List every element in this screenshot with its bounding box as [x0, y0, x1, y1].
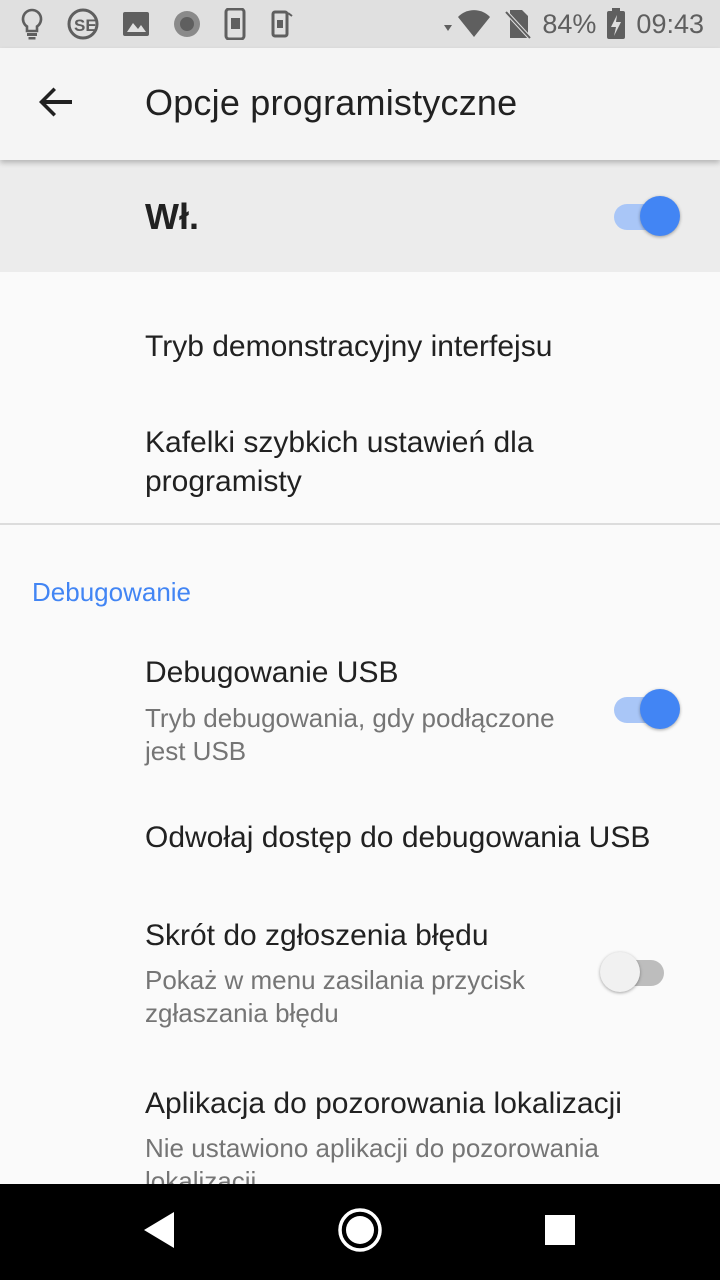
pref-ui-demo-mode[interactable]: Tryb demonstracyjny interfejsu [145, 327, 685, 366]
battery-percent: 84% [542, 8, 597, 39]
back-triangle-icon [140, 1210, 180, 1255]
se-app-icon: SE [66, 8, 100, 40]
category-debugging: Debugowanie [32, 577, 192, 607]
toggle-thumb [640, 689, 680, 729]
usb-debugging-toggle[interactable] [612, 685, 682, 733]
app-bar: Opcje programistyczne [0, 48, 720, 160]
master-switch-label: Wł. [145, 196, 199, 237]
bugreport-shortcut-toggle[interactable] [600, 948, 670, 996]
pref-usb-debugging-title[interactable]: Debugowanie USB [145, 653, 685, 692]
pref-mock-location-summary: Nie ustawiono aplikacji do pozorowania l… [145, 1133, 599, 1184]
clipped-item-remnant: ʸ [145, 272, 155, 282]
home-circle-icon [337, 1207, 383, 1258]
phone-rotate-icon [268, 9, 294, 39]
master-switch-bar[interactable]: Wł. [0, 160, 720, 272]
notification-icons: SE [20, 8, 294, 40]
pref-usb-debugging-summary: Tryb debugowania, gdy podłączone jest US… [145, 703, 555, 766]
pref-mock-location-title[interactable]: Aplikacja do pozorowania lokalizacji [145, 1084, 705, 1123]
battery-charging-icon [606, 8, 626, 40]
lightbulb-icon [20, 8, 44, 40]
recents-square-icon [545, 1214, 575, 1250]
no-sim-icon [504, 8, 532, 40]
system-icons: 84% 09:43 [444, 8, 704, 40]
wifi-icon [444, 9, 494, 39]
master-switch-toggle[interactable] [612, 192, 682, 240]
status-bar: SE 84% 09:43 [0, 0, 720, 48]
circle-record-icon [172, 9, 202, 39]
divider [0, 523, 720, 525]
phone-portrait-icon [224, 8, 246, 40]
back-button[interactable] [22, 70, 90, 138]
page-title: Opcje programistyczne [145, 82, 518, 123]
pref-bugreport-shortcut-summary: Pokaż w menu zasilania przycisk zgłaszan… [145, 965, 526, 1028]
toggle-thumb [600, 952, 640, 992]
pref-revoke-usb-debugging[interactable]: Odwołaj dostęp do debugowania USB [145, 818, 705, 857]
navigation-bar [0, 1184, 720, 1280]
image-icon [122, 10, 150, 38]
nav-home-button[interactable] [330, 1202, 390, 1262]
svg-text:SE: SE [74, 16, 97, 35]
nav-recents-button[interactable] [530, 1202, 590, 1262]
clock: 09:43 [636, 8, 704, 39]
arrow-back-icon [37, 83, 75, 126]
pref-quick-settings-tiles[interactable]: Kafelki szybkich ustawień dla programist… [145, 423, 685, 501]
settings-list[interactable]: ʸ Tryb demonstracyjny interfejsu Kafelki… [0, 272, 720, 1184]
toggle-thumb [640, 196, 680, 236]
nav-back-button[interactable] [130, 1202, 190, 1262]
